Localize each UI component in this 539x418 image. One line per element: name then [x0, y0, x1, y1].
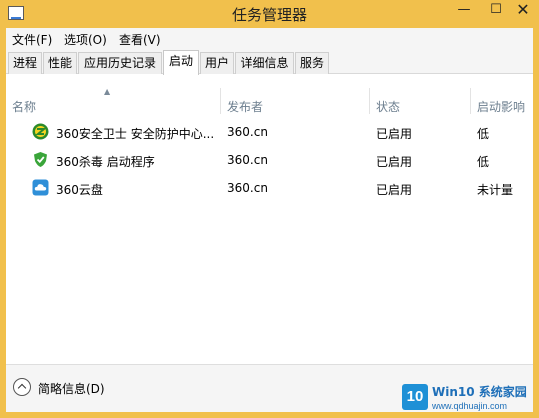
table-row[interactable]: 360云盘 360.cn 已启用 未计量 — [6, 174, 533, 202]
minimize-button[interactable]: — — [448, 0, 480, 22]
column-header-impact[interactable]: 启动影响 — [471, 74, 533, 114]
title-bar[interactable]: 任务管理器 — ☐ ✕ — [0, 0, 539, 28]
fewer-details-link[interactable]: 简略信息(D) — [38, 380, 105, 397]
row-impact: 低 — [477, 155, 490, 169]
tab-services[interactable]: 服务 — [295, 52, 329, 74]
column-status-label: 状态 — [376, 100, 401, 114]
column-name-label: 名称 — [12, 100, 37, 114]
row-publisher: 360.cn — [227, 125, 268, 139]
column-header-status[interactable]: 状态 — [370, 74, 470, 114]
startup-panel: ▲ 名称 发布者 状态 启动影响 360安全卫士 安全防护中心... 360.c… — [6, 74, 533, 409]
client-area: 文件(F) 选项(O) 查看(V) 进程 性能 应用历史记录 启动 用户 详细信… — [6, 28, 533, 412]
row-name: 360安全卫士 安全防护中心... — [56, 127, 215, 141]
360-antivirus-icon — [34, 152, 47, 167]
menu-view[interactable]: 查看(V) — [119, 31, 161, 48]
sort-ascending-icon: ▲ — [104, 87, 111, 96]
tab-processes[interactable]: 进程 — [8, 52, 42, 74]
row-name: 360杀毒 启动程序 — [56, 155, 155, 169]
table-row[interactable]: 360安全卫士 安全防护中心... 360.cn 已启用 低 — [6, 118, 533, 146]
row-name: 360云盘 — [56, 183, 103, 197]
column-header-publisher[interactable]: 发布者 — [221, 74, 369, 114]
menu-options[interactable]: 选项(O) — [64, 31, 107, 48]
column-impact-label: 启动影响 — [477, 100, 526, 114]
row-impact: 未计量 — [477, 183, 514, 197]
column-header-name[interactable]: ▲ 名称 — [6, 74, 220, 114]
row-status: 已启用 — [376, 155, 413, 169]
tab-startup[interactable]: 启动 — [163, 50, 199, 75]
360-safe-guard-icon — [32, 123, 49, 140]
tab-details[interactable]: 详细信息 — [235, 52, 294, 74]
watermark-logo: 10 — [402, 384, 428, 410]
watermark-title: Win10 系统家园 — [432, 385, 527, 399]
watermark-url: www.qdhuajin.com — [432, 401, 508, 411]
chevron-up-icon[interactable] — [13, 378, 31, 396]
menu-bar: 文件(F) 选项(O) 查看(V) — [6, 28, 533, 50]
menu-file[interactable]: 文件(F) — [12, 31, 52, 48]
360-cloud-drive-icon — [32, 179, 49, 196]
watermark: 10 Win10 系统家园 www.qdhuajin.com — [402, 380, 539, 418]
table-row[interactable]: 360杀毒 启动程序 360.cn 已启用 低 — [6, 146, 533, 174]
task-manager-window: 任务管理器 — ☐ ✕ 文件(F) 选项(O) 查看(V) 进程 性能 应用历史… — [0, 0, 539, 418]
row-impact: 低 — [477, 127, 490, 141]
tab-users[interactable]: 用户 — [200, 52, 234, 74]
tab-app-history[interactable]: 应用历史记录 — [78, 52, 162, 74]
row-publisher: 360.cn — [227, 153, 268, 167]
row-status: 已启用 — [376, 127, 413, 141]
row-publisher: 360.cn — [227, 181, 268, 195]
tab-performance[interactable]: 性能 — [43, 52, 77, 74]
column-publisher-label: 发布者 — [227, 100, 264, 114]
close-button[interactable]: ✕ — [507, 0, 539, 22]
row-status: 已启用 — [376, 183, 413, 197]
tab-bar: 进程 性能 应用历史记录 启动 用户 详细信息 服务 — [6, 50, 533, 75]
